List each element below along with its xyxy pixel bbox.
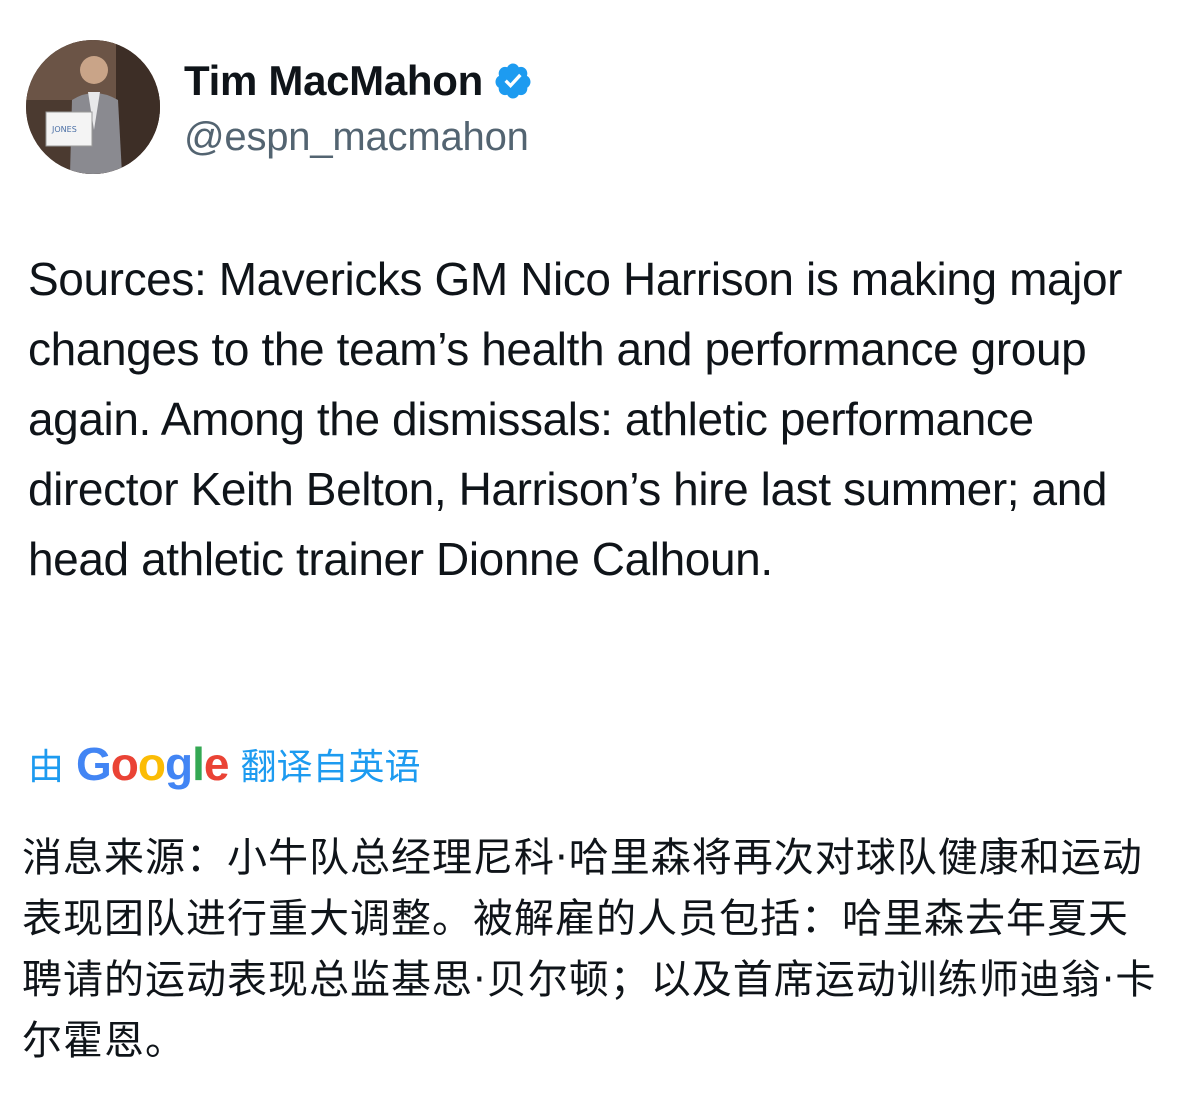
avatar[interactable]: JONES	[26, 40, 160, 174]
translation-suffix: 翻译自英语	[240, 747, 421, 788]
google-letter-g2: g	[165, 738, 193, 790]
google-letter-g: G	[76, 738, 112, 790]
tweet-header: JONES Tim MacMahon @espn_macmahon	[26, 40, 533, 174]
user-handle[interactable]: @espn_macmahon	[184, 115, 533, 160]
verified-badge-icon	[493, 61, 533, 101]
google-letter-o1: o	[110, 738, 139, 790]
translation-prefix: 由	[28, 747, 65, 788]
google-letter-o2: o	[137, 738, 166, 790]
user-block: Tim MacMahon @espn_macmahon	[184, 55, 533, 160]
translation-attribution[interactable]: 由 Google 翻译自英语	[28, 734, 421, 794]
tweet-text: Sources: Mavericks GM Nico Harrison is m…	[28, 253, 1123, 585]
google-logo: Google	[76, 737, 230, 791]
avatar-image: JONES	[26, 40, 160, 174]
display-name[interactable]: Tim MacMahon	[184, 57, 483, 105]
name-row: Tim MacMahon	[184, 55, 533, 107]
google-letter-e: e	[203, 738, 230, 790]
google-letter-l: l	[192, 738, 205, 790]
svg-text:JONES: JONES	[51, 125, 77, 134]
translated-text: 消息来源：小牛队总经理尼科·哈里森将再次对球队健康和运动表现团队进行重大调整。被…	[22, 835, 1157, 1064]
